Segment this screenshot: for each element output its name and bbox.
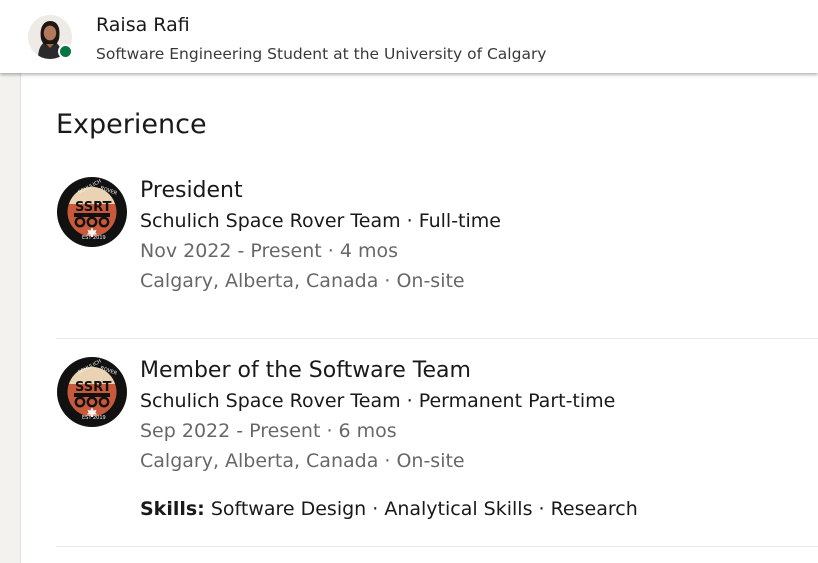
experience-dates: Sep 2022 - Present · 6 mos <box>140 420 397 442</box>
page: Raisa Rafi Software Engineering Student … <box>0 0 818 563</box>
skills-list: Software Design · Analytical Skills · Re… <box>210 498 638 520</box>
experience-section: Experience President Schulich Space Rove… <box>20 73 818 563</box>
experience-company: Schulich Space Rover Team · Permanent Pa… <box>140 390 616 412</box>
divider <box>56 546 818 547</box>
experience-title: President <box>140 178 243 203</box>
experience-title: Member of the Software Team <box>140 358 471 383</box>
ssrt-logo-icon[interactable] <box>56 176 128 248</box>
ssrt-logo-icon[interactable] <box>56 356 128 428</box>
experience-dates: Nov 2022 - Present · 4 mos <box>140 240 398 262</box>
profile-sticky-header: Raisa Rafi Software Engineering Student … <box>0 0 818 73</box>
profile-avatar[interactable] <box>28 15 73 59</box>
divider <box>56 338 818 339</box>
online-status-dot <box>58 44 73 59</box>
experience-location: Calgary, Alberta, Canada · On-site <box>140 450 465 472</box>
profile-headline: Software Engineering Student at the Univ… <box>96 45 547 63</box>
section-title: Experience <box>56 109 207 140</box>
profile-name[interactable]: Raisa Rafi <box>96 14 190 36</box>
experience-skills: Skills: Software Design · Analytical Ski… <box>140 494 638 524</box>
experience-location: Calgary, Alberta, Canada · On-site <box>140 270 465 292</box>
skills-label: Skills: <box>140 498 205 520</box>
experience-company: Schulich Space Rover Team · Full-time <box>140 210 501 232</box>
